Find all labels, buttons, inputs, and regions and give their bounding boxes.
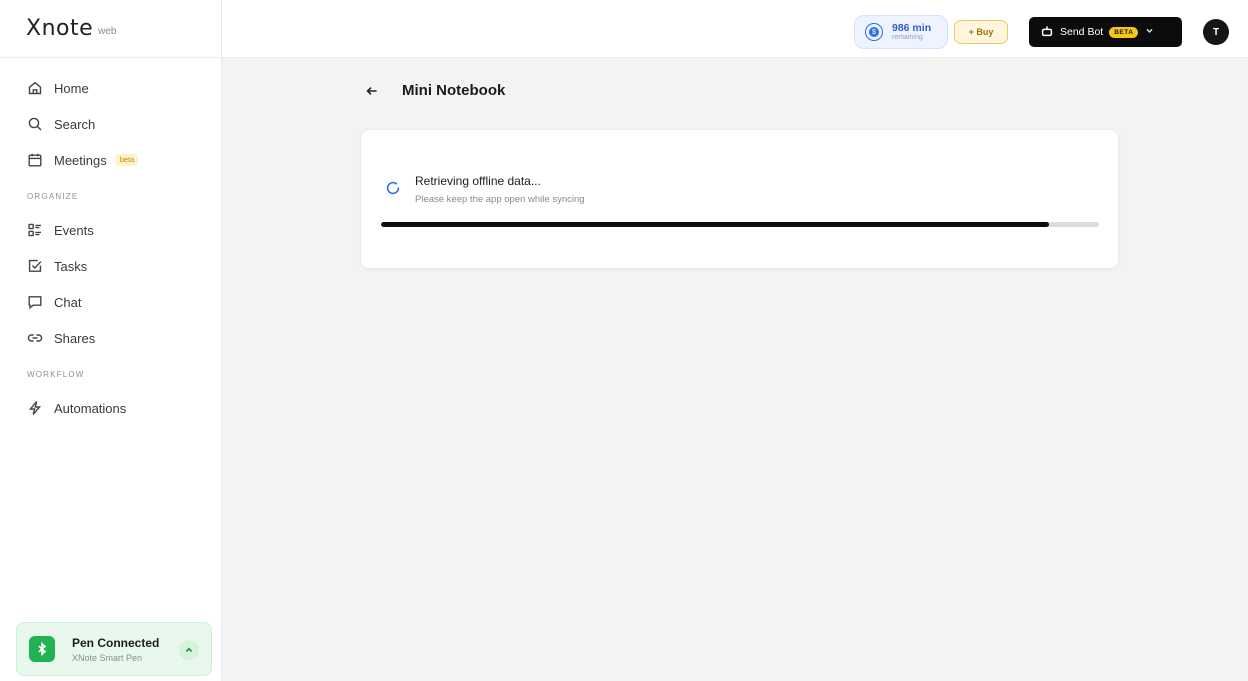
loading-spinner-icon (385, 180, 401, 196)
link-icon (27, 330, 43, 346)
page-header: Mini Notebook (366, 82, 505, 99)
sidebar: Xnote web Home Search Meetings beta ORGA… (0, 0, 222, 681)
beta-badge: beta (115, 154, 139, 166)
calendar-icon (27, 152, 43, 168)
chevron-up-icon[interactable] (179, 640, 199, 660)
sync-subtitle: Please keep the app open while syncing (415, 194, 585, 205)
sidebar-nav: Home Search Meetings beta ORGANIZE Event… (0, 58, 221, 426)
events-list-icon (27, 222, 43, 238)
sidebar-item-search[interactable]: Search (0, 106, 221, 142)
sidebar-item-label: Meetings (54, 152, 107, 168)
pen-status-title: Pen Connected (72, 635, 160, 650)
minutes-label: remaining (892, 33, 923, 41)
brand-logo[interactable]: Xnote (26, 16, 93, 41)
sync-title: Retrieving offline data... (415, 174, 541, 188)
home-icon (27, 80, 43, 96)
send-bot-beta-badge: BETA (1109, 26, 1139, 38)
sidebar-item-label: Search (54, 116, 96, 132)
sidebar-item-label: Automations (54, 400, 127, 416)
chevron-down-icon (1145, 26, 1154, 38)
sync-progress-bar (381, 222, 1099, 227)
robot-icon (1041, 25, 1053, 40)
sidebar-item-label: Home (54, 80, 89, 96)
back-arrow-icon[interactable] (366, 84, 380, 98)
sidebar-item-automations[interactable]: Automations (0, 390, 221, 426)
sidebar-item-label: Events (54, 222, 94, 238)
chat-bubble-icon (27, 294, 43, 310)
pen-status-card[interactable]: Pen Connected XNote Smart Pen (16, 622, 212, 676)
sidebar-item-home[interactable]: Home (0, 70, 221, 106)
send-bot-button[interactable]: Send Bot BETA (1029, 17, 1182, 47)
brand-sub-label: web (98, 25, 117, 37)
task-check-icon (27, 258, 43, 274)
section-label-workflow: WORKFLOW (27, 370, 85, 379)
sidebar-item-chat[interactable]: Chat (0, 284, 221, 320)
page-title: Mini Notebook (402, 82, 506, 99)
sync-progress-fill (381, 222, 1049, 227)
send-bot-label: Send Bot (1060, 26, 1104, 38)
lightning-icon (27, 400, 43, 416)
sidebar-item-meetings[interactable]: Meetings beta (0, 142, 221, 178)
topbar: $ 986 min remaining + Buy Send Bot BETA … (222, 0, 1248, 58)
minutes-remaining-pill[interactable]: $ 986 min remaining (854, 15, 948, 49)
sidebar-item-events[interactable]: Events (0, 212, 221, 248)
brand-header: Xnote web (0, 0, 221, 58)
search-icon (27, 116, 43, 132)
section-label-organize: ORGANIZE (27, 192, 79, 201)
buy-button[interactable]: + Buy (954, 20, 1008, 44)
sidebar-item-shares[interactable]: Shares (0, 320, 221, 356)
sidebar-item-label: Chat (54, 294, 82, 310)
sync-status-card: Retrieving offline data... Please keep t… (360, 129, 1119, 269)
pen-status-subtitle: XNote Smart Pen (72, 652, 143, 663)
sidebar-item-tasks[interactable]: Tasks (0, 248, 221, 284)
sidebar-item-label: Tasks (54, 258, 88, 274)
minutes-value: 986 min (892, 21, 932, 34)
sidebar-item-label: Shares (54, 330, 96, 346)
avatar[interactable]: T (1203, 19, 1229, 45)
bluetooth-icon (29, 636, 55, 662)
minutes-text: 986 min remaining (892, 21, 932, 42)
minutes-icon: $ (865, 23, 883, 41)
pen-status-texts: Pen Connected XNote Smart Pen (72, 636, 159, 663)
